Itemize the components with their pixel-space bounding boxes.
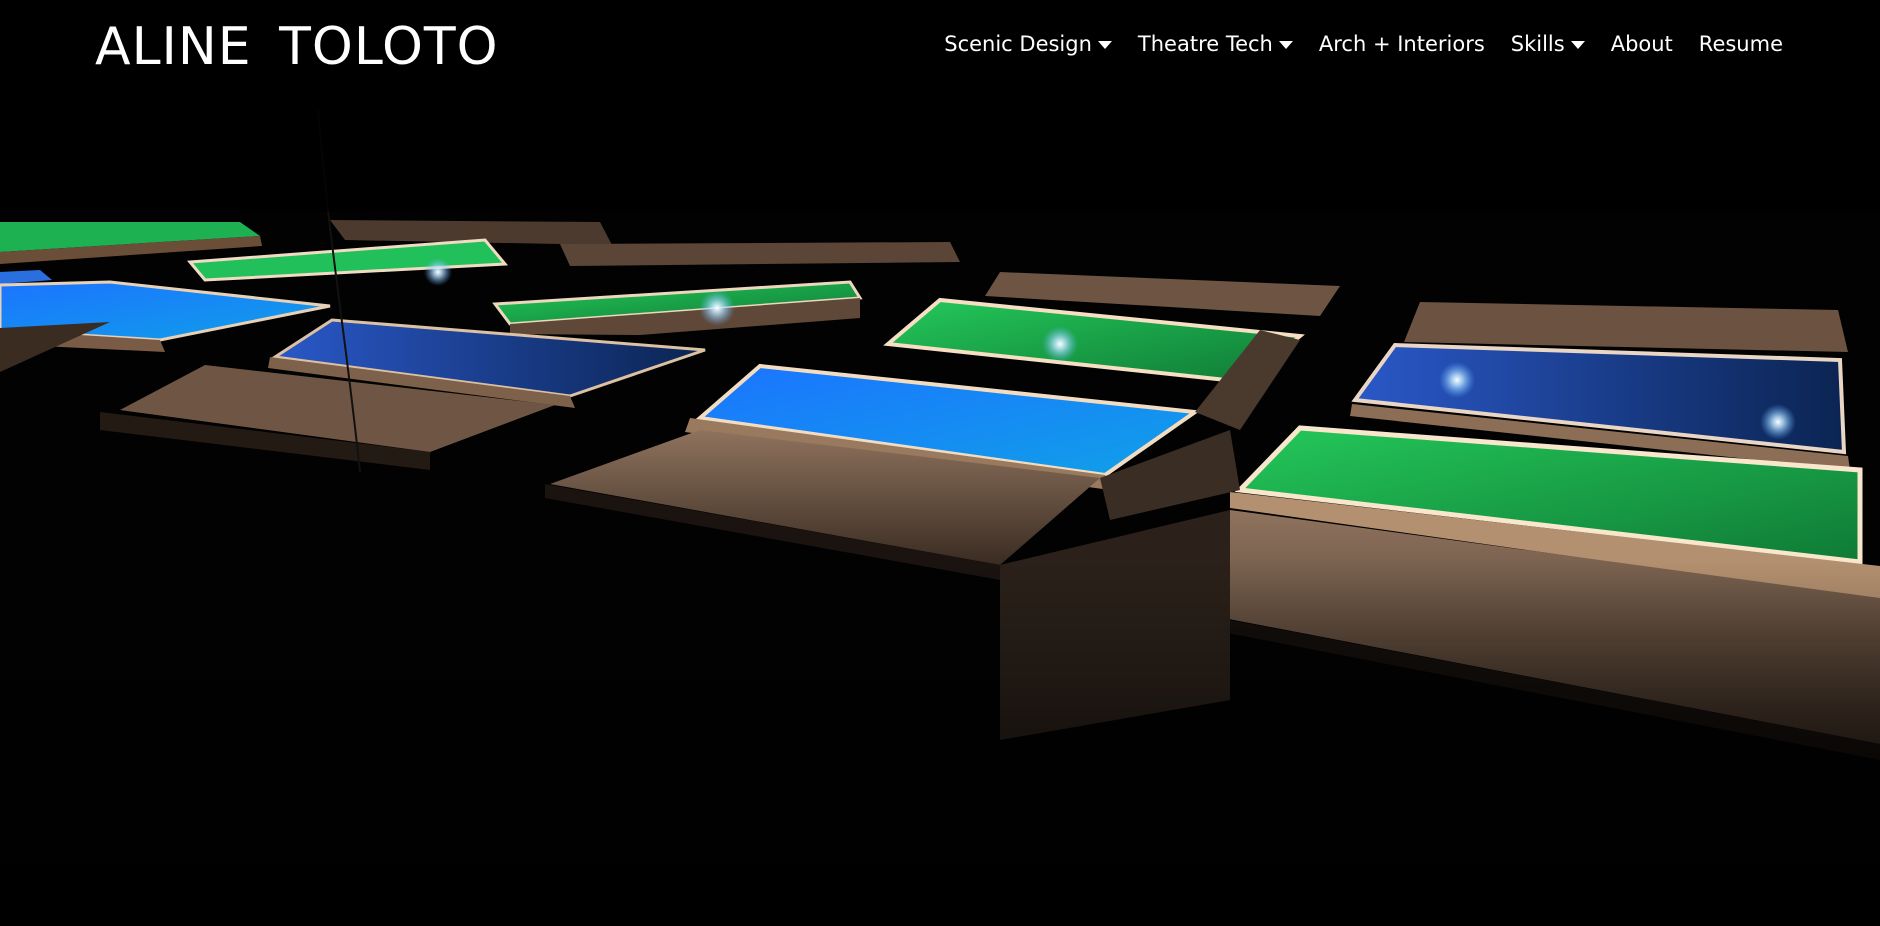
stage-light-boxes-photo — [0, 0, 1880, 926]
nav-label: About — [1610, 32, 1673, 56]
nav-label: Arch + Interiors — [1318, 32, 1485, 56]
nav-skills[interactable]: Skills — [1511, 32, 1585, 56]
hero-image — [0, 0, 1880, 926]
nav-scenic-design[interactable]: Scenic Design — [944, 32, 1112, 56]
nav-resume[interactable]: Resume — [1699, 32, 1783, 56]
main-nav: Scenic Design Theatre Tech Arch + Interi… — [944, 26, 1783, 62]
caret-down-icon — [1097, 41, 1112, 49]
nav-theatre-tech[interactable]: Theatre Tech — [1138, 32, 1293, 56]
nav-label: Skills — [1510, 32, 1565, 56]
site-logo[interactable]: ALINE TOLOTO — [95, 14, 499, 80]
nav-label: Theatre Tech — [1137, 32, 1273, 56]
caret-down-icon — [1278, 41, 1293, 49]
nav-about[interactable]: About — [1611, 32, 1673, 56]
nav-label: Scenic Design — [944, 32, 1092, 56]
nav-label: Resume — [1698, 32, 1783, 56]
top-navbar: ALINE TOLOTO Scenic Design Theatre Tech … — [0, 0, 1880, 92]
nav-arch-interiors[interactable]: Arch + Interiors — [1319, 32, 1485, 56]
caret-down-icon — [1570, 41, 1585, 49]
